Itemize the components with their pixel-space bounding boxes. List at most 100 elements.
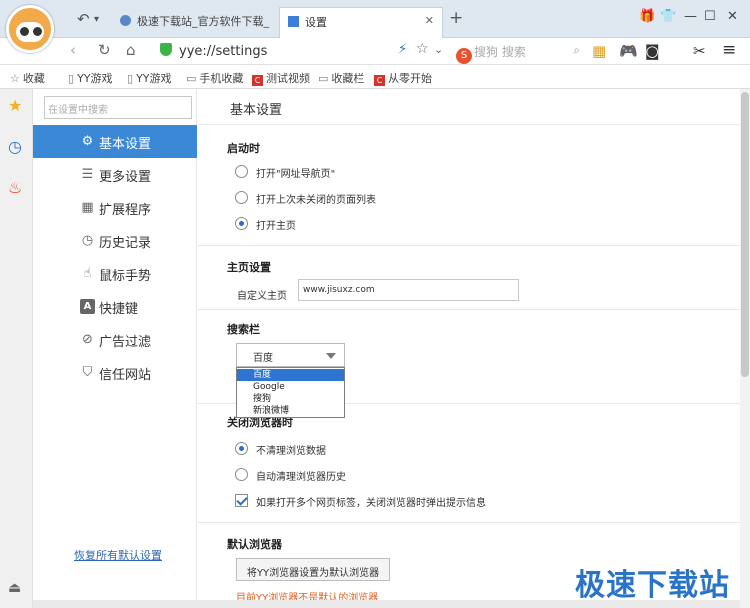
engine-option-weibo[interactable]: 新浪微博: [237, 405, 344, 417]
browser-logo[interactable]: [6, 5, 54, 53]
bookmark-folder[interactable]: ▭ 收藏栏: [318, 70, 364, 86]
hot-flame-icon[interactable]: ♨: [8, 178, 22, 197]
close-tab-icon[interactable]: ✕: [425, 14, 434, 27]
homepage-label: 自定义主页: [237, 291, 287, 302]
shield-icon: [160, 43, 172, 56]
sidebar-item-gestures[interactable]: ☝ 鼠标手势: [33, 257, 197, 290]
sogou-icon: S: [456, 48, 472, 64]
bookmark-folder[interactable]: ▭ 手机收藏: [186, 70, 243, 86]
startup-radio-home[interactable]: [235, 217, 248, 230]
tab-label: 极速下载站_官方软件下载_: [137, 15, 269, 28]
gift-icon[interactable]: 🎁: [639, 9, 655, 24]
sidebar-item-more[interactable]: ☰ 更多设置: [33, 158, 197, 191]
menu-icon[interactable]: ≡: [722, 40, 736, 60]
homepage-input[interactable]: www.jisuxz.com: [298, 279, 519, 301]
restore-defaults-link[interactable]: 恢复所有默认设置: [74, 547, 162, 563]
scrollbar-thumb[interactable]: [741, 92, 749, 377]
chevron-down-icon[interactable]: ▾: [94, 14, 99, 25]
bookmark-item[interactable]: C 测试视频: [252, 70, 310, 86]
chevron-down-icon: [326, 353, 336, 359]
settings-search-input[interactable]: 在设置中搜索: [44, 96, 192, 119]
engine-option-google[interactable]: Google: [237, 381, 344, 393]
bookmark-favorites[interactable]: ☆ 收藏: [10, 70, 45, 86]
list-icon: ☰: [81, 167, 94, 182]
exit-icon[interactable]: ⏏: [8, 580, 21, 596]
search-input[interactable]: S 搜狗 搜索 ⌕: [456, 41, 584, 64]
tab-settings[interactable]: 设置 ✕: [279, 7, 443, 38]
blocks-icon: ▦: [81, 200, 94, 215]
close-window-button[interactable]: ✕: [727, 9, 738, 24]
divider: [198, 309, 740, 310]
history-clock-icon[interactable]: ◷: [8, 137, 22, 156]
gear-icon: ⚙: [81, 134, 94, 149]
sidebar-item-history[interactable]: ◷ 历史记录: [33, 224, 197, 257]
maximize-button[interactable]: ☐: [704, 9, 716, 24]
star-icon[interactable]: ☆: [416, 41, 429, 57]
keyboard-a-icon: A: [80, 299, 95, 314]
lightning-icon[interactable]: ⚡: [398, 42, 407, 57]
clock-icon: ◷: [81, 233, 94, 248]
tab-jisuxz[interactable]: 极速下载站_官方软件下载_: [112, 7, 276, 38]
close-radio-keep[interactable]: [235, 442, 248, 455]
bookmark-item[interactable]: ▯ YY游戏: [127, 70, 172, 86]
mascot-icon[interactable]: ◙: [645, 42, 660, 60]
search-placeholder: 搜狗 搜索: [474, 45, 526, 59]
mouse-gesture-icon: ☝: [83, 266, 92, 281]
engine-option-baidu[interactable]: 百度: [237, 369, 344, 381]
startup-option-label: 打开"网址导航页": [256, 169, 336, 180]
folder-icon: ▭: [318, 72, 329, 85]
default-browser-heading: 默认浏览器: [227, 538, 282, 551]
undo-close-icon[interactable]: ↶: [77, 10, 90, 28]
folder-icon: ▭: [186, 72, 197, 85]
set-default-browser-button[interactable]: 将YY浏览器设置为默认浏览器: [236, 558, 390, 581]
shirt-icon[interactable]: 👕: [660, 9, 676, 24]
prompt-on-close-checkbox[interactable]: [235, 494, 248, 507]
sidebar-item-trusted[interactable]: ⛉ 信任网站: [33, 356, 197, 389]
startup-heading: 启动时: [227, 142, 260, 155]
search-icon[interactable]: ⌕: [573, 43, 580, 58]
divider: [198, 124, 740, 125]
url-text: yye://settings: [179, 44, 268, 59]
chevron-down-icon[interactable]: ⌄: [434, 43, 443, 56]
sidebar-item-extensions[interactable]: ▦ 扩展程序: [33, 191, 197, 224]
page-icon: ▯: [127, 72, 134, 85]
tab-label: 设置: [305, 16, 327, 29]
homepage-heading: 主页设置: [227, 261, 271, 274]
search-engine-select[interactable]: 百度: [236, 343, 345, 367]
left-rail: [0, 89, 33, 608]
bookmark-item[interactable]: C 从零开始: [374, 70, 432, 86]
reload-icon[interactable]: ↻: [98, 41, 111, 59]
star-outline-icon: ☆: [10, 72, 20, 85]
bookmark-item[interactable]: ▯ YY游戏: [68, 70, 113, 86]
close-option-label: 自动清理浏览器历史: [256, 472, 346, 483]
prompt-on-close-label: 如果打开多个网页标签，关闭浏览器时弹出提示信息: [256, 498, 486, 509]
engine-option-sogou[interactable]: 搜狗: [237, 393, 344, 405]
search-engine-dropdown: 百度 Google 搜狗 新浪微博: [236, 367, 345, 418]
divider: [198, 522, 740, 523]
minimize-button[interactable]: —: [684, 9, 697, 24]
block-icon: ⊘: [82, 332, 93, 347]
new-tab-button[interactable]: +: [449, 8, 463, 28]
startup-radio-last[interactable]: [235, 191, 248, 204]
apps-grid-icon[interactable]: ▦: [592, 42, 606, 60]
searchbar-heading: 搜索栏: [227, 323, 260, 336]
close-radio-clear[interactable]: [235, 468, 248, 481]
startup-option-label: 打开主页: [256, 221, 296, 232]
favorites-star-icon[interactable]: ★: [8, 96, 22, 115]
sidebar-item-basic[interactable]: ⚙ 基本设置: [33, 125, 197, 158]
sidebar-item-shortcuts[interactable]: A 快捷键: [33, 290, 197, 323]
globe-icon: [120, 15, 131, 26]
red-c-icon: C: [374, 75, 385, 86]
scissors-icon[interactable]: ✂: [693, 42, 706, 60]
startup-radio-nav[interactable]: [235, 165, 248, 178]
home-icon[interactable]: ⌂: [126, 41, 136, 59]
watermark: 极速下载站: [575, 568, 730, 603]
red-c-icon: C: [252, 75, 263, 86]
sidebar-item-adfilter[interactable]: ⊘ 广告过滤: [33, 323, 197, 356]
close-option-label: 不清理浏览数据: [256, 446, 326, 457]
startup-option-label: 打开上次未关闭的页面列表: [256, 195, 376, 206]
page-icon: ▯: [68, 72, 75, 85]
shield-icon: ⛉: [82, 365, 93, 380]
gamepad-icon[interactable]: 🎮: [619, 42, 638, 60]
back-icon[interactable]: ‹: [70, 41, 76, 59]
